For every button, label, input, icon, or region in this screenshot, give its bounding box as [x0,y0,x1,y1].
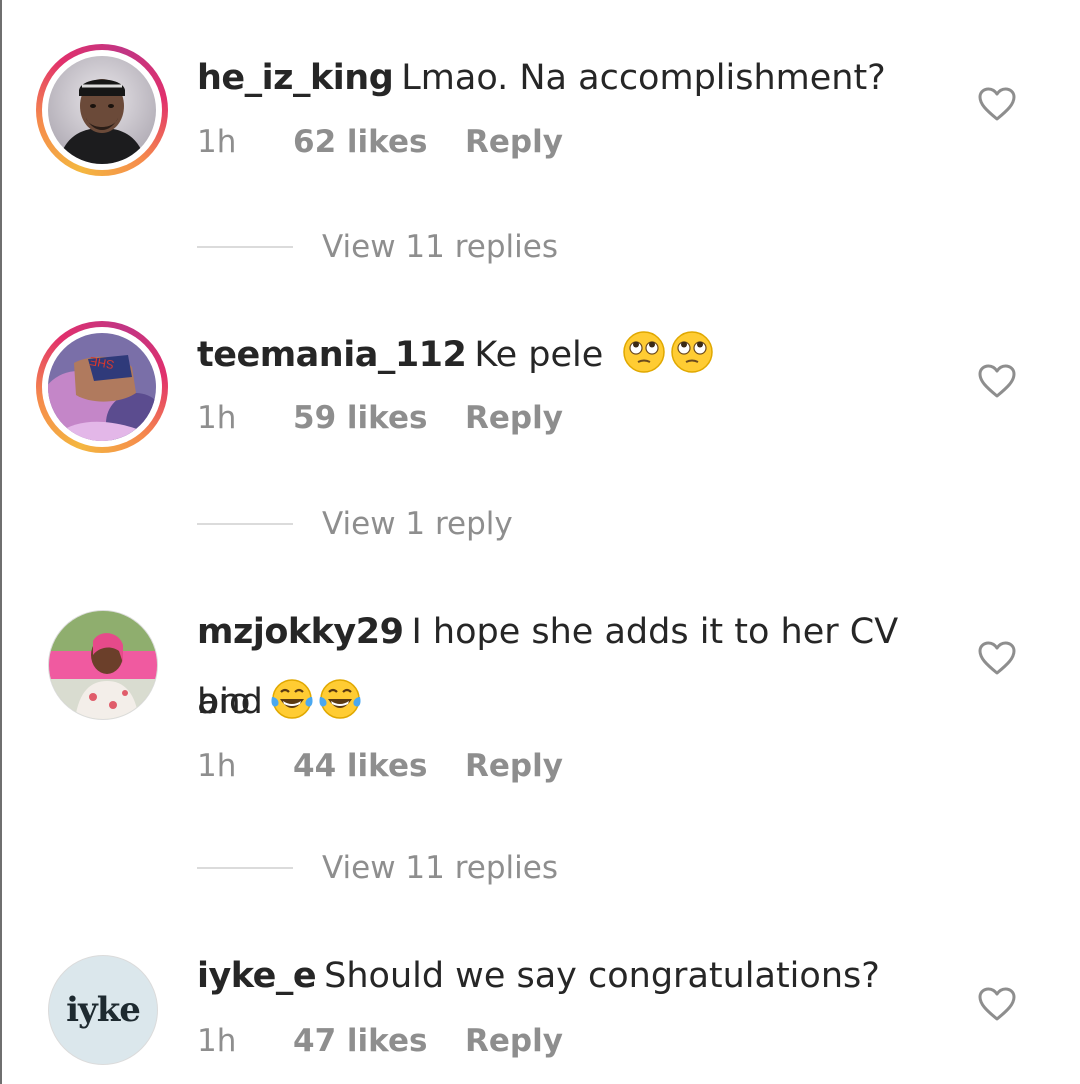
comment-time: 1h [197,124,237,160]
tears-of-joy-emoji [316,675,361,719]
comment-time: 1h [197,1023,237,1059]
comment-username[interactable]: iyke_e [197,956,317,996]
comment-username[interactable]: mzjokky29 [197,612,404,652]
reply-divider [197,246,293,248]
comment-username[interactable]: teemania_112 [197,335,467,375]
comment-likes[interactable]: 59 likes [293,398,427,438]
comment-username[interactable]: he_iz_king [197,58,394,98]
iyke-logo-icon: iyke [66,990,141,1030]
comment-text: teemania_112 Ke pele [197,320,957,390]
comment-text: he_iz_king Lmao. Na accomplishment? [197,43,957,113]
man-photo-icon [48,56,156,164]
avatar[interactable]: SHE [36,321,168,453]
comment-body-continued: bio [197,682,251,722]
heart-icon[interactable] [977,86,1017,122]
woman-pink-photo-icon [49,611,157,719]
comment-time: 1h [197,748,237,784]
reply-divider [197,523,293,525]
reply-button[interactable]: Reply [465,122,563,162]
heart-icon[interactable] [977,363,1017,399]
view-replies-button[interactable]: View 11 replies [197,227,697,267]
woman-photo-icon: SHE [48,333,156,441]
eye-roll-emoji [622,328,666,373]
comment-body: Ke pele [474,335,604,375]
reply-button[interactable]: Reply [465,398,563,438]
heart-icon[interactable] [977,986,1017,1022]
comment-time: 1h [197,400,237,436]
reply-divider [197,867,293,869]
comment-likes[interactable]: 47 likes [293,1021,427,1061]
avatar[interactable] [48,610,158,720]
avatar[interactable]: iyke [48,955,158,1065]
comment-likes[interactable]: 62 likes [293,122,427,162]
eye-roll-emoji [670,328,714,373]
view-replies-label: View 11 replies [322,850,558,886]
avatar[interactable] [36,44,168,176]
screen-edge [0,0,2,1084]
reply-button[interactable]: Reply [465,1021,563,1061]
heart-icon[interactable] [977,640,1017,676]
view-replies-button[interactable]: View 1 reply [197,504,697,544]
view-replies-label: View 1 reply [322,506,513,542]
comment-text-continued: bio [197,667,957,737]
reply-button[interactable]: Reply [465,746,563,786]
view-replies-label: View 11 replies [322,229,558,265]
comment-body: Should we say congratulations? [324,956,880,996]
comment-likes[interactable]: 44 likes [293,746,427,786]
comment-text: iyke_e Should we say congratulations? [197,941,957,1011]
tears-of-joy-emoji [268,675,313,719]
view-replies-button[interactable]: View 11 replies [197,848,697,888]
comment-body: Lmao. Na accomplishment? [401,58,886,98]
